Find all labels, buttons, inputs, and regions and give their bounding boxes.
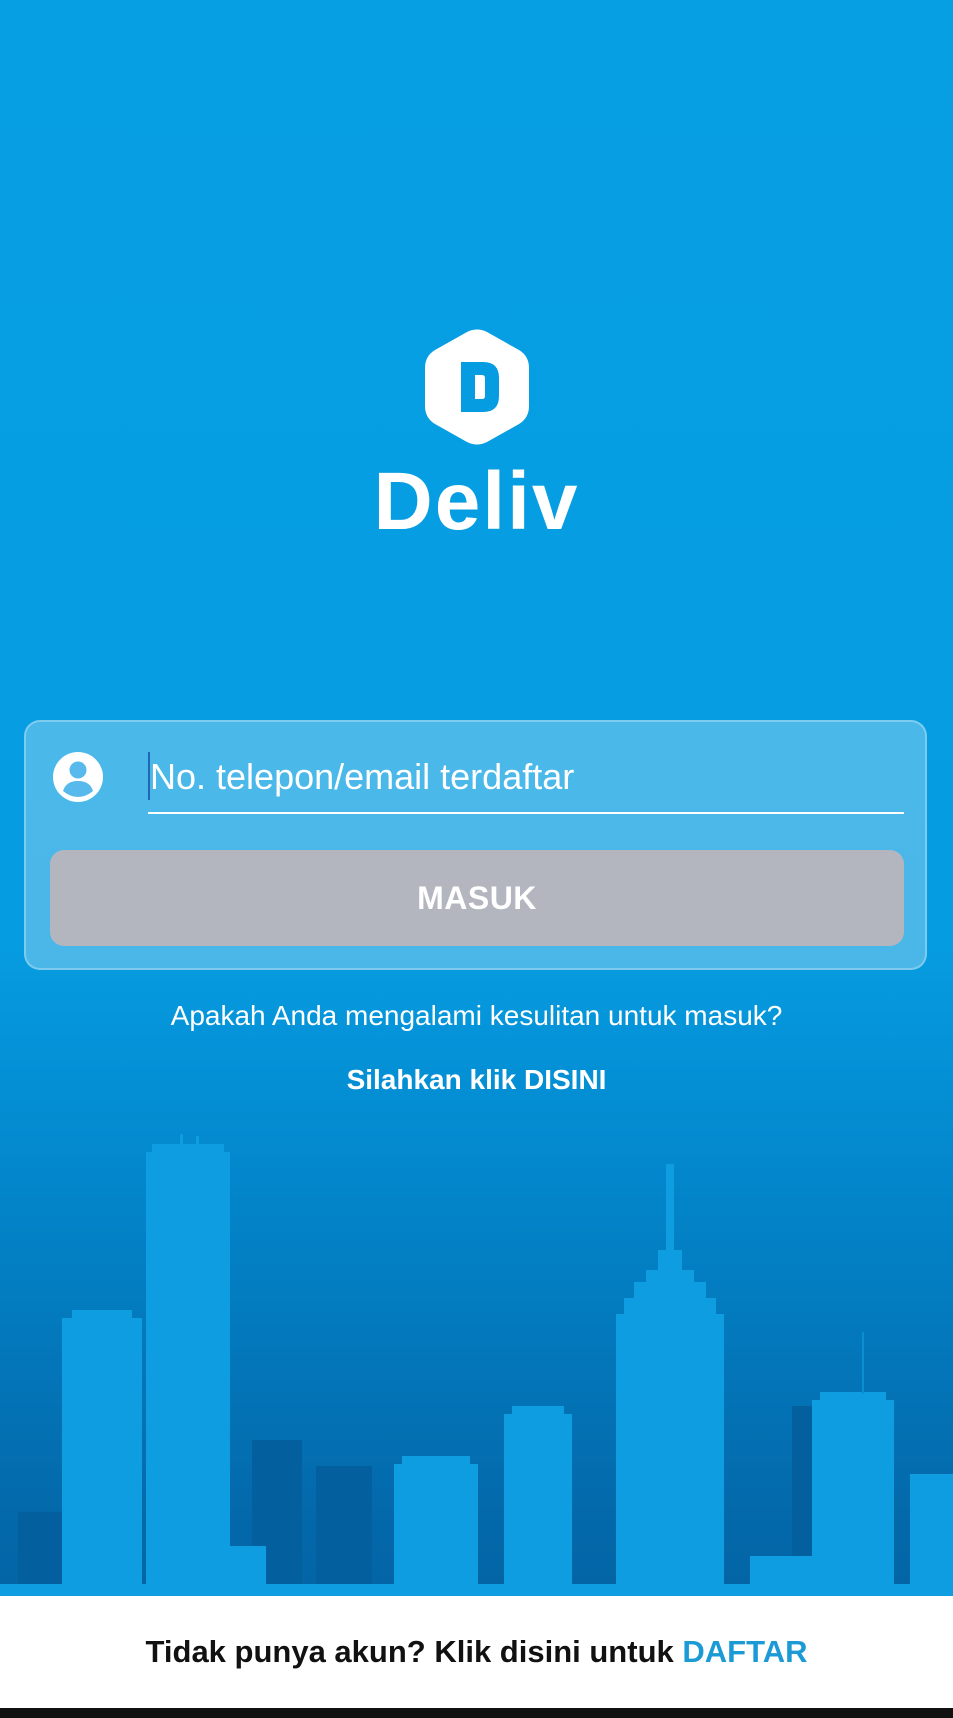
phone-email-input[interactable]: No. telepon/email terdaftar (148, 742, 904, 814)
register-footer: Tidak punya akun? Klik disini untuk DAFT… (0, 1596, 953, 1708)
hexagon-d-icon (424, 329, 529, 445)
logo: Deliv (0, 328, 953, 552)
register-prompt: Tidak punya akun? Klik disini untuk (145, 1634, 683, 1669)
system-bottom-bar (0, 1708, 953, 1718)
help-link[interactable]: Silahkan klik DISINI (0, 1062, 953, 1098)
login-trouble-text: Apakah Anda mengalami kesulitan untuk ma… (170, 1000, 783, 1031)
input-placeholder: No. telepon/email terdaftar (150, 756, 575, 797)
user-circle-icon (53, 752, 103, 802)
register-link[interactable]: DAFTAR (682, 1634, 807, 1669)
city-skyline-background (0, 1134, 953, 1596)
brand-name: Deliv (373, 456, 580, 547)
login-screen: Deliv No. telepon/email terdaftar MASUK … (0, 0, 953, 1718)
login-button[interactable]: MASUK (50, 850, 904, 946)
login-card: No. telepon/email terdaftar MASUK (24, 720, 927, 970)
